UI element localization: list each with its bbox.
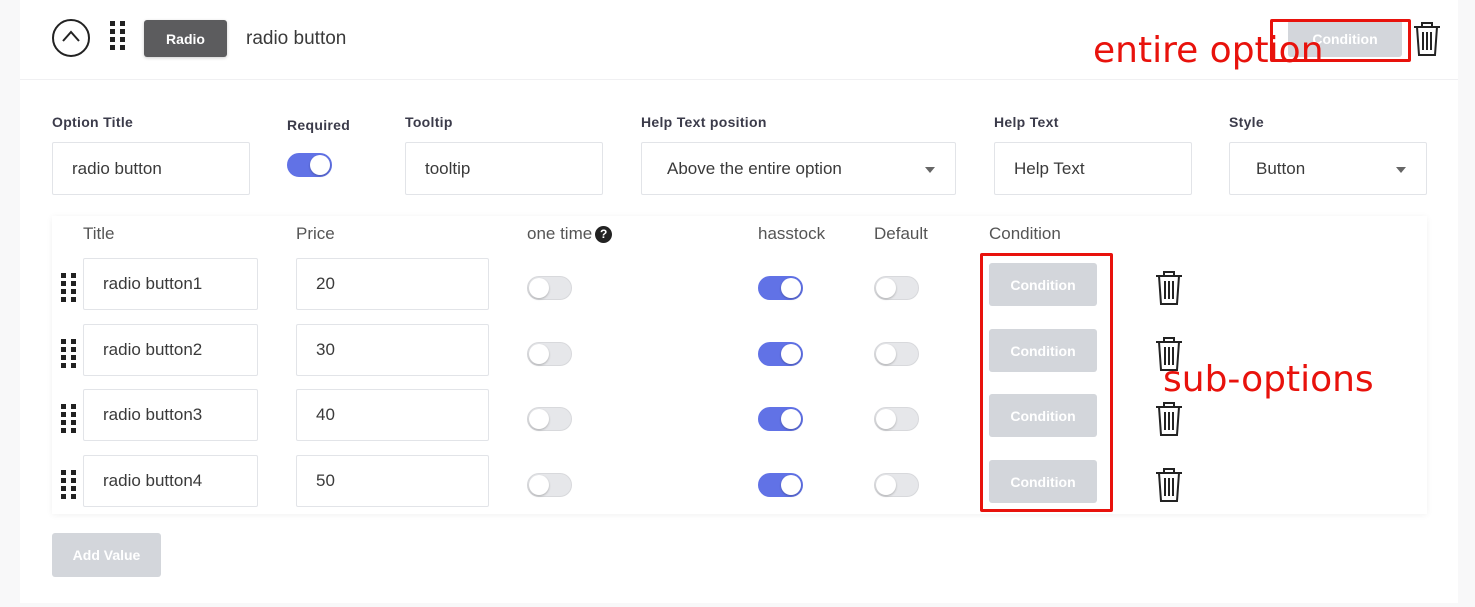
sub-options-highlight — [980, 253, 1113, 512]
delete-option-trash-icon[interactable] — [1412, 21, 1442, 57]
help-text-position-select[interactable]: Above the entire option — [641, 142, 956, 195]
one-time-toggle[interactable] — [527, 276, 572, 300]
column-title: Title — [83, 224, 115, 243]
one-time-toggle[interactable] — [527, 407, 572, 431]
help-text-position-label: Help Text position — [641, 114, 767, 130]
column-condition: Condition — [989, 224, 1061, 243]
sub-option-price-input[interactable]: 40 — [296, 389, 489, 441]
tooltip-label: Tooltip — [405, 114, 453, 130]
sub-option-title-input[interactable]: radio button1 — [83, 258, 258, 310]
delete-sub-option-trash-icon[interactable] — [1154, 270, 1184, 306]
row-drag-handle-icon[interactable] — [61, 470, 76, 499]
tooltip-input[interactable]: tooltip — [405, 142, 603, 195]
sub-option-price-input[interactable]: 50 — [296, 455, 489, 507]
collapse-icon[interactable] — [52, 19, 90, 57]
column-one-time: one time? — [527, 224, 613, 244]
option-type-badge: Radio — [144, 20, 227, 57]
hasstock-toggle[interactable] — [758, 407, 803, 431]
row-drag-handle-icon[interactable] — [61, 339, 76, 368]
chevron-down-icon — [1396, 167, 1406, 173]
required-label: Required — [287, 117, 351, 133]
help-text-input[interactable]: Help Text — [994, 142, 1192, 195]
default-toggle[interactable] — [874, 342, 919, 366]
help-question-icon[interactable]: ? — [595, 226, 613, 243]
entire-option-annotation: entire option — [1093, 30, 1324, 71]
option-panel: Radio radio button Condition Option Titl… — [20, 0, 1458, 603]
row-drag-handle-icon[interactable] — [61, 404, 76, 433]
column-default: Default — [874, 224, 928, 243]
style-value: Button — [1256, 158, 1306, 178]
default-toggle[interactable] — [874, 407, 919, 431]
style-label: Style — [1229, 114, 1264, 130]
sub-options-annotation: sub-options — [1163, 359, 1374, 400]
delete-sub-option-trash-icon[interactable] — [1154, 401, 1184, 437]
default-toggle[interactable] — [874, 473, 919, 497]
help-text-label: Help Text — [994, 114, 1059, 130]
one-time-toggle[interactable] — [527, 473, 572, 497]
drag-handle-icon[interactable] — [110, 21, 125, 50]
style-select[interactable]: Button — [1229, 142, 1427, 195]
option-name: radio button — [246, 28, 347, 49]
sub-option-price-input[interactable]: 20 — [296, 258, 489, 310]
hasstock-toggle[interactable] — [758, 276, 803, 300]
sub-option-title-input[interactable]: radio button3 — [83, 389, 258, 441]
sub-option-price-input[interactable]: 30 — [296, 324, 489, 376]
column-hasstock: hasstock — [758, 224, 826, 243]
required-toggle[interactable] — [287, 153, 332, 177]
hasstock-toggle[interactable] — [758, 473, 803, 497]
row-drag-handle-icon[interactable] — [61, 273, 76, 302]
sub-option-title-input[interactable]: radio button2 — [83, 324, 258, 376]
default-toggle[interactable] — [874, 276, 919, 300]
hasstock-toggle[interactable] — [758, 342, 803, 366]
sub-option-title-input[interactable]: radio button4 — [83, 455, 258, 507]
help-text-position-value: Above the entire option — [667, 158, 842, 178]
one-time-toggle[interactable] — [527, 342, 572, 366]
option-title-input[interactable]: radio button — [52, 142, 250, 195]
column-one-time-label: one time — [527, 224, 593, 243]
delete-sub-option-trash-icon[interactable] — [1154, 467, 1184, 503]
column-price: Price — [296, 224, 335, 243]
chevron-down-icon — [925, 167, 935, 173]
option-title-label: Option Title — [52, 114, 134, 130]
add-value-button[interactable]: Add Value — [52, 533, 161, 577]
